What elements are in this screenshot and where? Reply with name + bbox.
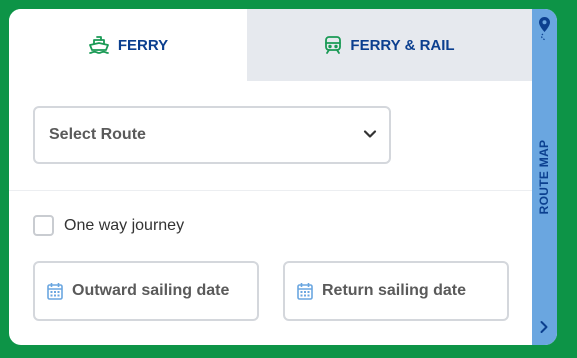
tab-bar: FERRY FERRY & RAIL [9, 9, 532, 81]
one-way-checkbox[interactable] [33, 215, 54, 236]
route-select[interactable]: Select Route [33, 106, 391, 164]
ferry-icon [88, 35, 110, 55]
tab-ferry-label: FERRY [117, 36, 169, 54]
calendar-icon [297, 282, 313, 300]
calendar-icon [47, 282, 63, 300]
section-divider [9, 190, 532, 191]
route-map-label: ROUTE MAP [537, 139, 551, 215]
chevron-right-icon[interactable] [539, 320, 549, 339]
train-icon [324, 35, 342, 55]
one-way-option[interactable]: One way journey [33, 215, 184, 236]
map-pin-icon [537, 16, 552, 47]
outward-date-label: Outward sailing date [72, 282, 230, 299]
return-date-label: Return sailing date [322, 282, 467, 299]
tab-ferry-and-rail-label: FERRY & RAIL [350, 36, 455, 54]
route-select-label: Select Route [49, 126, 146, 143]
booking-card: FERRY FERRY & RAIL Select Route One way … [9, 9, 557, 345]
tab-ferry-and-rail[interactable]: FERRY & RAIL [247, 9, 532, 81]
tab-ferry[interactable]: FERRY [9, 9, 247, 81]
outward-date-field[interactable]: Outward sailing date [33, 261, 259, 321]
return-date-field[interactable]: Return sailing date [283, 261, 509, 321]
route-map-panel[interactable]: ROUTE MAP [532, 9, 557, 345]
chevron-down-icon [363, 126, 377, 144]
one-way-label: One way journey [64, 216, 185, 234]
